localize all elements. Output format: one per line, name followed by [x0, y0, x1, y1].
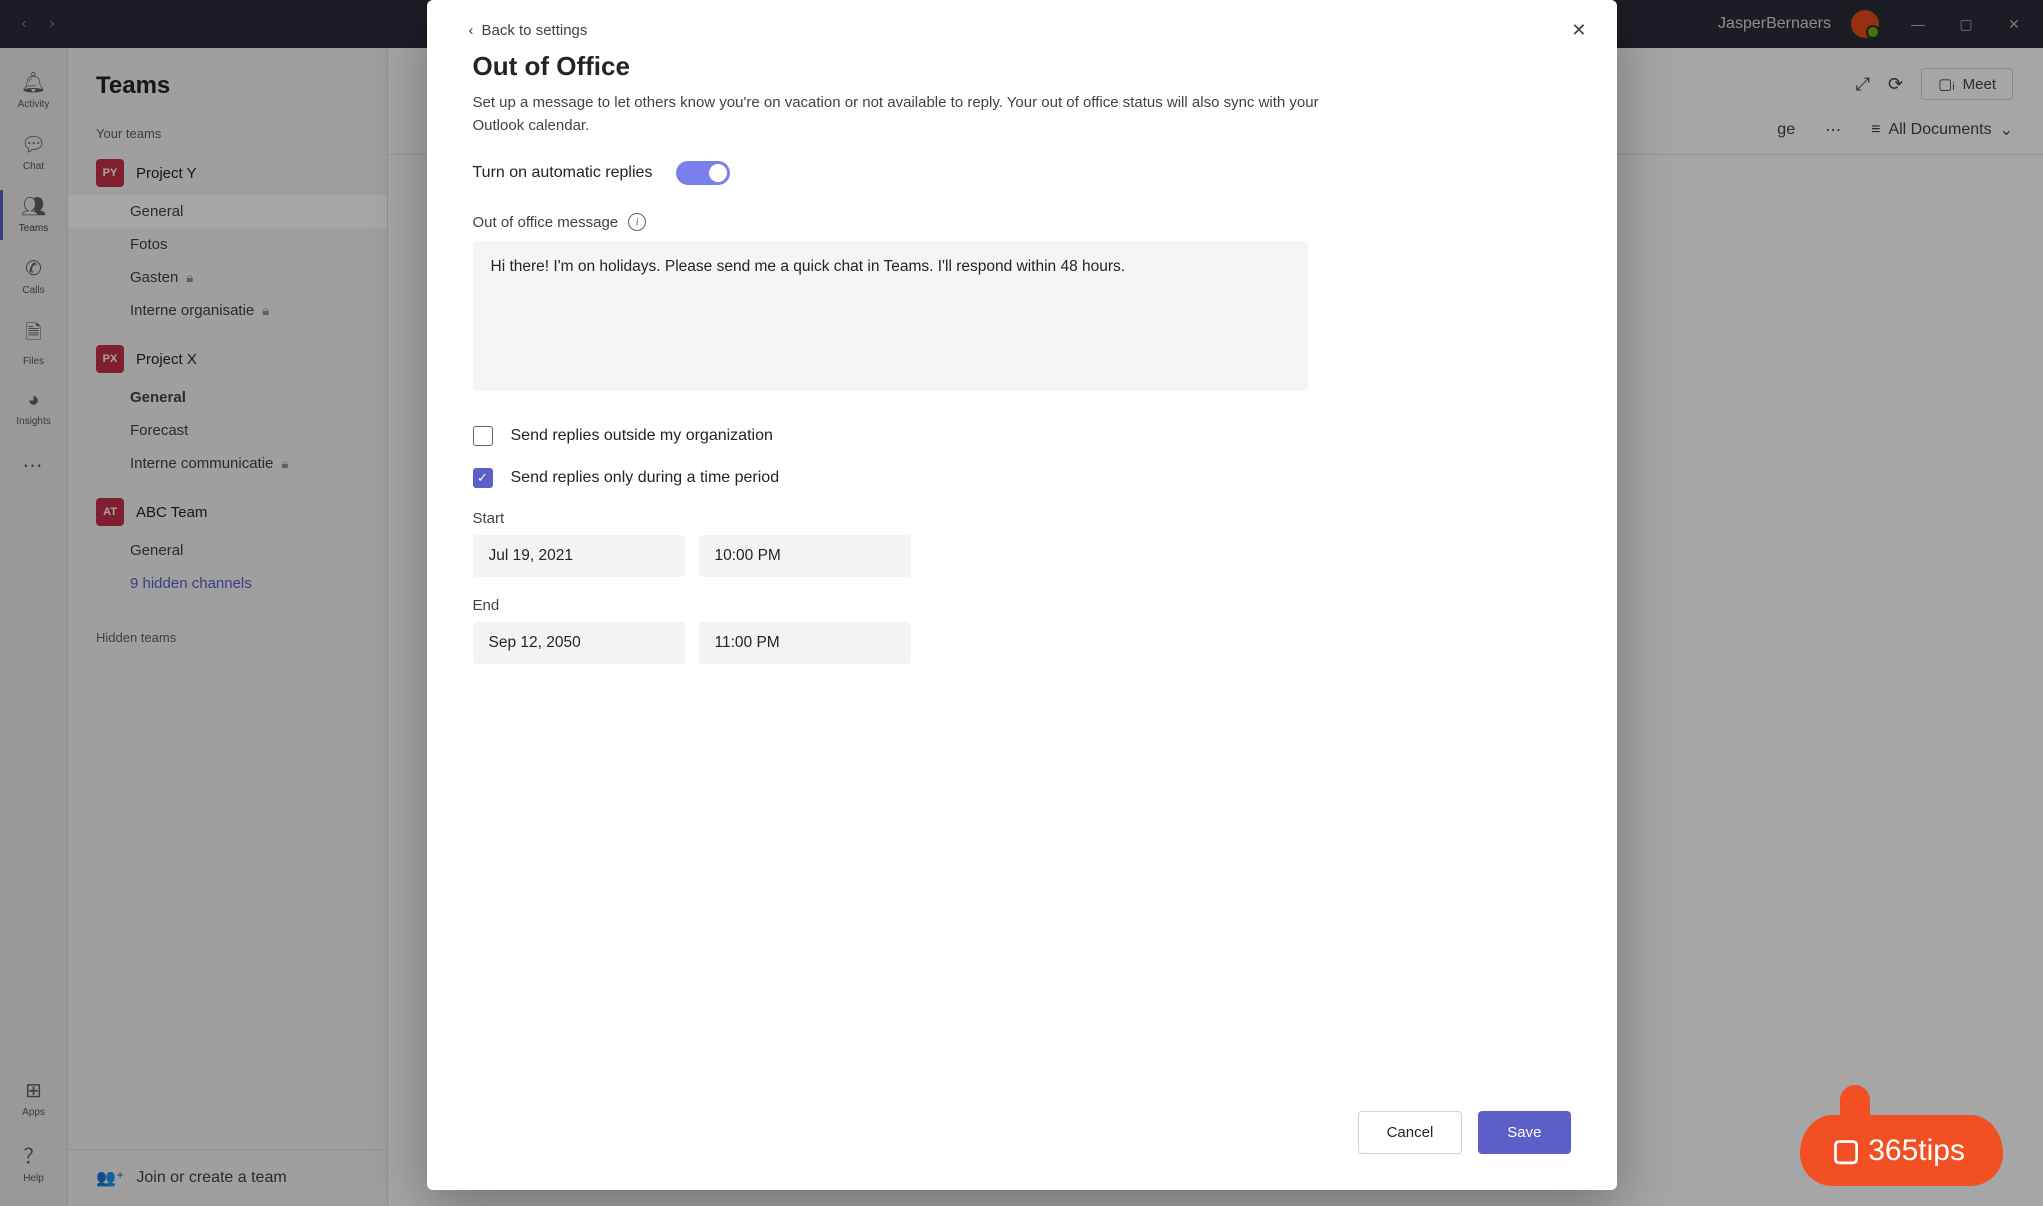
- start-time-input[interactable]: [699, 535, 911, 577]
- time-period-label: Send replies only during a time period: [511, 469, 780, 487]
- watermark-logo: ▢ 365tips: [1800, 1115, 2003, 1186]
- outside-org-checkbox[interactable]: [473, 426, 493, 446]
- end-label: End: [473, 597, 1571, 614]
- dialog-description: Set up a message to let others know you'…: [473, 92, 1353, 137]
- message-field-label: Out of office message: [473, 214, 619, 231]
- back-label: Back to settings: [482, 22, 588, 39]
- auto-replies-toggle-label: Turn on automatic replies: [473, 164, 653, 182]
- out-of-office-dialog: ‹ Back to settings ✕ Out of Office Set u…: [427, 0, 1617, 1190]
- back-to-settings-link[interactable]: ‹ Back to settings: [469, 22, 588, 39]
- info-icon[interactable]: i: [628, 213, 646, 231]
- auto-replies-toggle[interactable]: [676, 161, 730, 185]
- end-time-input[interactable]: [699, 622, 911, 664]
- cancel-button[interactable]: Cancel: [1358, 1111, 1463, 1154]
- office-icon: ▢: [1832, 1133, 1860, 1168]
- ooo-message-input[interactable]: [473, 241, 1308, 391]
- close-dialog-button[interactable]: ✕: [1571, 20, 1586, 41]
- start-date-input[interactable]: [473, 535, 685, 577]
- outside-org-label: Send replies outside my organization: [511, 427, 773, 445]
- chevron-left-icon: ‹: [469, 22, 474, 39]
- start-label: Start: [473, 510, 1571, 527]
- end-date-input[interactable]: [473, 622, 685, 664]
- dialog-title: Out of Office: [473, 51, 1571, 82]
- time-period-checkbox[interactable]: ✓: [473, 468, 493, 488]
- save-button[interactable]: Save: [1478, 1111, 1570, 1154]
